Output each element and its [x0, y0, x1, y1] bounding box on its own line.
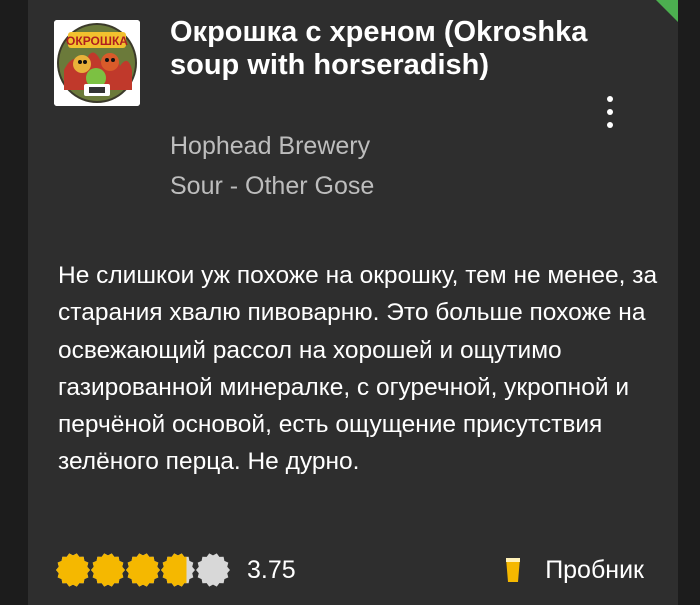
- rating-value: 3.75: [247, 555, 296, 584]
- left-edge-shadow: [0, 0, 28, 605]
- beer-style: Sour - Other Gose: [170, 172, 375, 200]
- checkmark-corner-icon: [656, 0, 678, 22]
- serving-label: Пробник: [545, 555, 644, 584]
- beer-label-image: ОКРОШКА: [54, 20, 140, 106]
- rating-cap-icon: [126, 553, 160, 587]
- rating-cap-icon: [56, 553, 90, 587]
- more-dot: [607, 122, 613, 128]
- rating: 3.75: [56, 552, 296, 588]
- checkin-screen: ОКРОШКА Окрошка с хреном (Okroshka soup …: [0, 0, 700, 605]
- right-edge-shadow: [678, 0, 700, 605]
- review-text: Не слишкои уж похоже на окрошку, тем не …: [58, 262, 658, 476]
- more-vertical-icon[interactable]: [598, 92, 622, 132]
- label-logo-text: ОКРОШКА: [66, 34, 128, 48]
- brewery-link[interactable]: Hophead Brewery: [170, 129, 370, 163]
- more-dot: [607, 96, 613, 102]
- taster-glass-icon: [506, 558, 521, 582]
- checkin-card: ОКРОШКА Окрошка с хреном (Okroshka soup …: [28, 0, 678, 605]
- serving-style: Пробник: [505, 552, 644, 588]
- rating-caps: [56, 553, 231, 587]
- rating-cap-icon: [161, 553, 195, 587]
- rating-cap-icon: [196, 553, 230, 587]
- beer-label-thumbnail[interactable]: ОКРОШКА: [54, 20, 140, 106]
- rating-cap-icon: [91, 553, 125, 587]
- more-dot: [607, 109, 613, 115]
- beer-title[interactable]: Окрошка с хреном (Okroshka soup with hor…: [170, 16, 590, 82]
